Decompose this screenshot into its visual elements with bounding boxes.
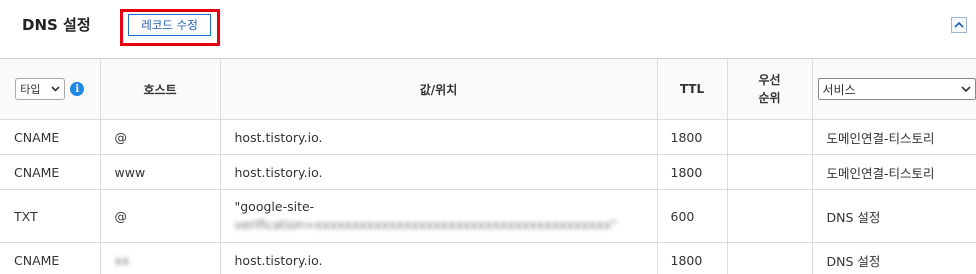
chevron-down-icon — [960, 86, 971, 92]
record-value-line: "google-site- — [234, 199, 315, 214]
page-title: DNS 설정 — [22, 16, 91, 34]
record-ttl: 1800 — [656, 242, 728, 274]
record-host: @ — [99, 189, 221, 243]
record-host: @ — [99, 119, 221, 155]
priority-column-header: 우선 순위 — [726, 58, 813, 120]
table-row[interactable]: CNAME @ host.tistory.io. 1800 도메인연결-티스토리 — [0, 119, 976, 155]
service-filter-select[interactable]: 서비스 — [817, 78, 976, 100]
type-column-header: 타입 i — [0, 58, 101, 120]
host-column-header: 호스트 — [99, 58, 221, 120]
type-filter-select[interactable]: 타입 — [15, 78, 66, 100]
record-type: CNAME — [0, 242, 101, 274]
value-column-header: 값/위치 — [219, 58, 658, 120]
record-host: www — [99, 154, 221, 190]
record-type: CNAME — [0, 154, 101, 190]
record-value: host.tistory.io. — [219, 242, 658, 274]
table-row[interactable]: CNAME www host.tistory.io. 1800 도메인연결-티스… — [0, 154, 976, 190]
record-host: xx — [99, 242, 221, 274]
dns-settings-header: DNS 설정 레코드 수정 — [0, 0, 976, 58]
record-value: host.tistory.io. — [219, 119, 658, 155]
record-value: host.tistory.io. — [219, 154, 658, 190]
record-ttl: 1800 — [656, 119, 728, 155]
record-type: TXT — [0, 189, 101, 243]
ttl-column-header: TTL — [656, 58, 728, 120]
type-select-value: 타입 — [20, 83, 41, 96]
record-service: DNS 설정 — [811, 189, 976, 243]
record-priority — [726, 189, 813, 243]
table-header-row: 타입 i 호스트 값/위치 TTL 우선 순위 서비스 — [0, 58, 976, 120]
record-priority — [726, 119, 813, 155]
chevron-down-icon — [51, 86, 60, 92]
record-service: 도메인연결-티스토리 — [811, 119, 976, 155]
record-ttl: 1800 — [656, 154, 728, 190]
record-priority — [726, 154, 813, 190]
service-column-header: 서비스 — [811, 58, 976, 120]
edit-record-button[interactable]: 레코드 수정 — [128, 14, 211, 36]
record-host-redacted: xx — [114, 252, 130, 268]
service-select-value: 서비스 — [822, 82, 856, 97]
record-ttl: 600 — [656, 189, 728, 243]
record-type: CNAME — [0, 119, 101, 155]
record-service: 도메인연결-티스토리 — [811, 154, 976, 190]
collapse-button[interactable] — [951, 17, 967, 33]
info-icon[interactable]: i — [70, 82, 85, 96]
table-row[interactable]: CNAME xx host.tistory.io. 1800 DNS 설정 — [0, 242, 976, 274]
dns-records-table: 타입 i 호스트 값/위치 TTL 우선 순위 서비스 CNAME @ host… — [0, 58, 976, 274]
table-row[interactable]: TXT @ "google-site- verification=xxxxxxx… — [0, 189, 976, 243]
record-priority — [726, 242, 813, 274]
record-service: DNS 설정 — [811, 242, 976, 274]
record-value-redacted: verification=xxxxxxxxxxxxxxxxxxxxxxxxxxx… — [234, 217, 617, 232]
record-value: "google-site- verification=xxxxxxxxxxxxx… — [219, 189, 658, 243]
priority-label: 우선 순위 — [758, 73, 781, 105]
chevron-up-icon — [954, 21, 964, 28]
